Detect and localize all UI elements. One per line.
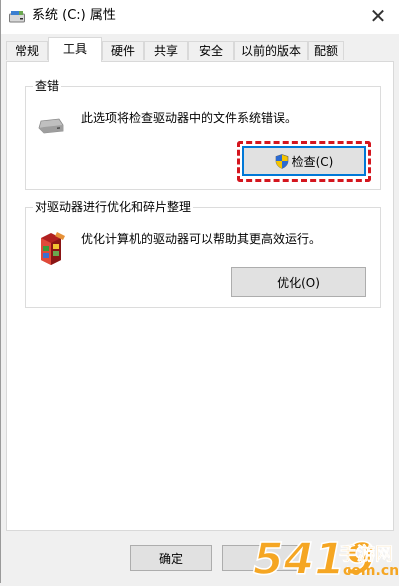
properties-window: 系统 (C:) 属性 ✕ 常规 工具 硬件 共享 安全 以前的版本 配额 查错 … [0,0,399,586]
group-title: 查错 [33,78,62,94]
uac-shield-icon [275,153,288,169]
defrag-icon [41,232,65,265]
drive-icon [38,118,64,134]
site-watermark: 5419 手游网 com.cn [251,530,399,586]
close-icon[interactable]: ✕ [363,1,393,31]
drive-title-icon [9,11,25,23]
group-title: 对驱动器进行优化和碎片整理 [33,199,194,215]
tools-panel: 查错 此选项将检查驱动器中的文件系统错误。 检查(C) 对驱动器进行优化和碎片整 [6,61,394,531]
tab-sharing[interactable]: 共享 [144,41,188,60]
tab-general[interactable]: 常规 [6,41,48,60]
check-button-label: 检查(C) [291,154,334,169]
tab-quota[interactable]: 配额 [308,41,344,60]
tab-hardware[interactable]: 硬件 [102,41,144,60]
optimize-button[interactable]: 优化(O) [231,267,366,297]
check-button[interactable]: 检查(C) [242,146,366,176]
tab-security[interactable]: 安全 [188,41,234,60]
optimize-description: 优化计算机的驱动器可以帮助其更高效运行。 [81,232,322,246]
optimize-group: 对驱动器进行优化和碎片整理 优化计算机的驱动器可以帮助其更高效运行。 优化(O) [25,199,381,308]
watermark-url: com.cn [343,563,399,579]
tab-bar: 常规 工具 硬件 共享 安全 以前的版本 配额 [6,37,396,62]
window-title: 系统 (C:) 属性 [32,8,116,23]
tab-previous-versions[interactable]: 以前的版本 [234,41,308,60]
ok-button[interactable]: 确定 [130,545,212,571]
tab-tools[interactable]: 工具 [48,37,102,62]
error-check-description: 此选项将检查驱动器中的文件系统错误。 [81,111,298,125]
title-bar: 系统 (C:) 属性 ✕ [1,0,399,34]
error-check-group: 查错 此选项将检查驱动器中的文件系统错误。 检查(C) [25,78,381,190]
